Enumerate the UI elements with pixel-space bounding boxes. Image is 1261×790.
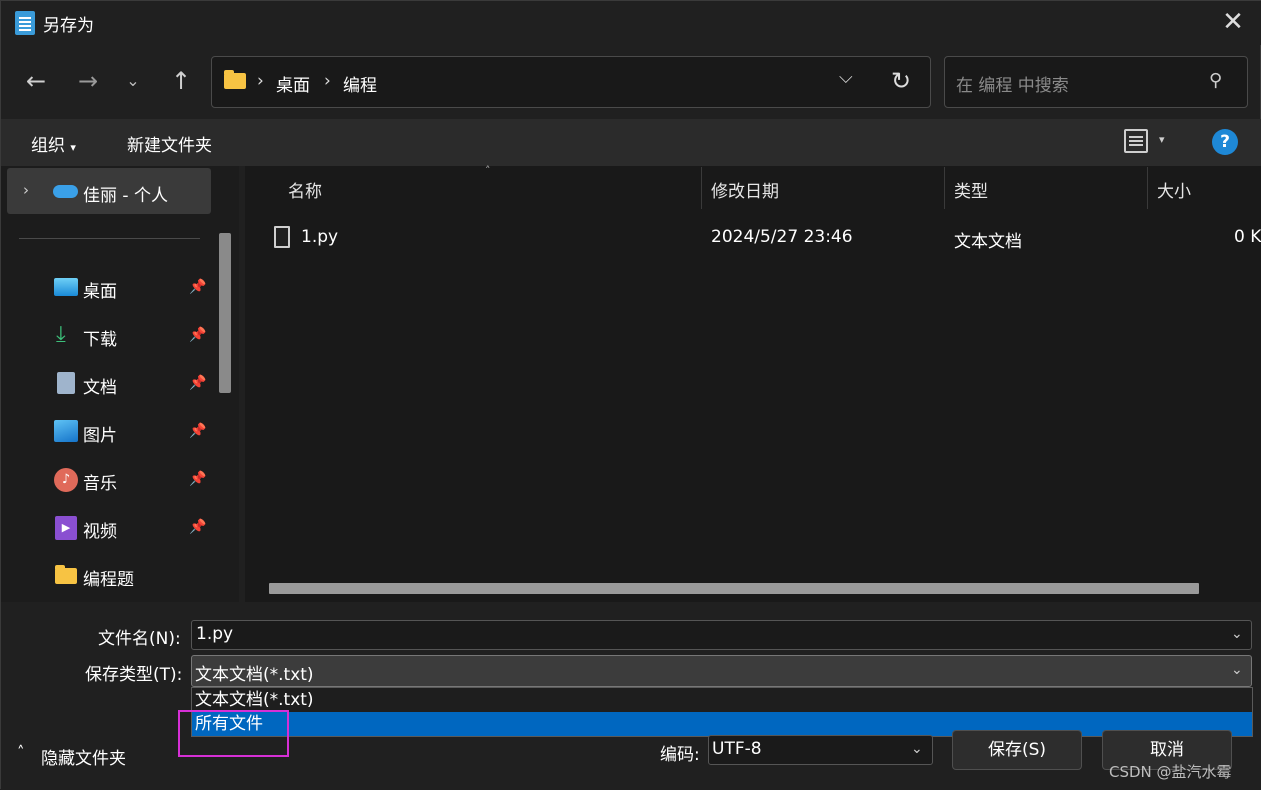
filetype-select[interactable] [191,655,1252,687]
recent-locations-button[interactable]: ⌄ [121,61,145,101]
back-button[interactable]: ← [21,61,51,101]
dropdown-option-highlighted[interactable]: 所有文件 [192,712,1252,736]
document-icon [57,372,75,394]
sidebar-item-label: 编程题 [83,570,134,590]
column-header-date[interactable]: 修改日期 [711,177,779,202]
filename-input[interactable] [191,620,1252,650]
encoding-value: UTF-8 [712,739,762,759]
dialog-title: 另存为 [43,16,94,36]
breadcrumb-separator: › [257,71,264,91]
forward-button[interactable]: → [73,61,103,101]
sidebar-item-label: 视频 [83,522,117,542]
save-as-dialog: 另存为 ✕ ← → ⌄ ↑ › 桌面 › 编程 ⌵ ↻ 在 编程 中搜索 ⚲ 组… [0,0,1261,790]
notepad-icon [15,11,35,35]
search-icon[interactable]: ⚲ [1209,70,1222,91]
caret-down-icon: ▾ [70,141,76,154]
folder-icon [224,70,246,89]
pin-icon[interactable]: 📌 [189,471,206,487]
chevron-down-icon[interactable]: ⌄ [1231,662,1243,678]
video-icon: ▶ [55,516,77,540]
column-header-type[interactable]: 类型 [954,177,988,202]
file-size: 0 K [1234,227,1261,247]
search-placeholder: 在 编程 中搜索 [956,76,1069,96]
pin-icon[interactable]: 📌 [189,519,206,535]
file-name: 1.py [301,227,339,247]
sidebar-item-label: 音乐 [83,474,117,494]
column-divider[interactable] [944,167,945,209]
filetype-label: 保存类型(T): [85,665,183,685]
filename-label: 文件名(N): [98,629,181,649]
close-button[interactable]: ✕ [1213,7,1253,39]
sidebar-item-label: 佳丽 - 个人 [83,186,168,206]
pin-icon[interactable]: 📌 [189,375,206,391]
encoding-label: 编码: [660,745,700,765]
view-options-icon[interactable] [1124,129,1148,153]
breadcrumb-programming[interactable]: 编程 [343,71,377,96]
horizontal-scrollbar[interactable] [269,583,1199,594]
save-button[interactable]: 保存(S) [952,730,1082,770]
sidebar-scrollbar[interactable] [219,233,231,393]
address-dropdown-icon[interactable]: ⌵ [839,67,853,88]
column-divider[interactable] [1147,167,1148,209]
expand-chevron-icon[interactable]: › [23,181,29,199]
chevron-down-icon[interactable]: ⌄ [911,741,923,757]
onedrive-icon [53,185,78,198]
text-file-icon [274,226,290,248]
file-type: 文本文档 [954,232,1022,252]
breadcrumb-separator: › [324,71,331,91]
sidebar-item-label: 文档 [83,378,117,398]
column-header-name[interactable]: 名称 [288,177,322,202]
refresh-icon[interactable]: ↻ [891,67,911,95]
sidebar-item-label: 桌面 [83,282,117,302]
title-bar [1,1,1261,45]
desktop-icon [54,278,78,296]
view-dropdown-icon[interactable]: ▾ [1159,133,1165,146]
filename-value: 1.py [196,624,234,644]
pin-icon[interactable]: 📌 [189,327,206,343]
music-icon: ♪ [54,468,78,492]
help-icon[interactable]: ? [1212,129,1238,155]
filetype-value: 文本文档(*.txt) [195,665,314,685]
sidebar-item-label: 图片 [83,426,117,446]
sort-ascending-icon: ˄ [485,164,491,177]
pin-icon[interactable]: 📌 [189,279,206,295]
column-header-size[interactable]: 大小 [1157,177,1191,202]
column-divider[interactable] [701,167,702,209]
sidebar-divider [19,238,200,239]
picture-icon [54,420,78,442]
folder-icon [55,565,77,584]
chevron-down-icon[interactable]: ⌄ [1231,626,1243,642]
watermark: CSDN @盐汽水霉 [1109,763,1232,781]
pin-icon[interactable]: 📌 [189,423,206,439]
sidebar-item-label: 下载 [83,330,117,350]
download-icon: ⤓ [56,322,66,347]
file-date: 2024/5/27 23:46 [711,227,853,247]
up-button[interactable]: ↑ [166,61,196,101]
hide-folders-button[interactable]: 隐藏文件夹 [41,744,126,769]
chevron-up-icon[interactable]: ˄ [17,743,25,761]
dropdown-option[interactable]: 文本文档(*.txt) [192,688,1252,712]
address-bar[interactable] [211,56,931,108]
highlight-box [178,710,289,757]
breadcrumb-desktop[interactable]: 桌面 [276,71,310,96]
new-folder-button[interactable]: 新建文件夹 [127,131,212,156]
organize-menu[interactable]: 组织 ▾ [31,131,76,156]
